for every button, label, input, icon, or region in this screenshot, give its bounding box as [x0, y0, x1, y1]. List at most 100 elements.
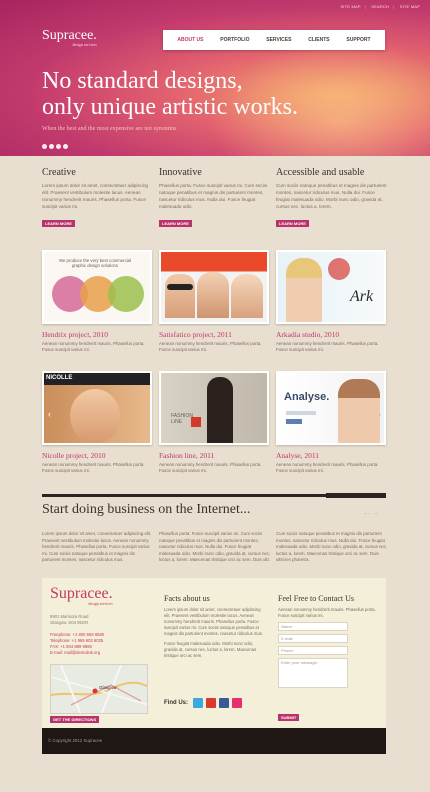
slider-dot-4[interactable] — [63, 144, 68, 149]
analyse-image-text: Analyse. — [284, 391, 330, 403]
learn-more-button[interactable]: LEARN MORE — [159, 220, 192, 227]
contact-text: Aenean nonummy hendrerit mauris. Phasell… — [278, 607, 376, 618]
footer-logo[interactable]: Supracee. design services — [50, 585, 113, 606]
facebook-icon[interactable] — [219, 698, 229, 708]
slider-dot-3[interactable] — [56, 144, 61, 149]
find-us-label: Find Us: — [164, 700, 188, 706]
top-link-sitemap[interactable]: SITE MAP — [340, 4, 360, 9]
feature-text: Lorem ipsum dolor sit amet, consectetuer… — [42, 183, 148, 209]
fashion-image: FASHION LINE — [161, 373, 267, 443]
twitter-icon[interactable] — [193, 698, 203, 708]
get-directions-button[interactable]: GET THE DIRECTIONS — [50, 716, 100, 723]
start-column-1: Lorem ipsum dolor sit amet, consectetuer… — [42, 531, 152, 562]
slider-dot-1[interactable] — [42, 144, 47, 149]
nav-clients[interactable]: CLIENTS — [308, 37, 329, 43]
message-field[interactable]: Enter your message: — [278, 658, 348, 688]
portfolio-title[interactable]: Nicolle project, 2010 — [42, 451, 152, 460]
portfolio-title[interactable]: Fashion line, 2011 — [159, 451, 269, 460]
hero-headline: No standard designs, only unique artisti… — [42, 68, 298, 120]
portfolio-title[interactable]: Satisfatico project, 2011 — [159, 330, 269, 339]
nav-support[interactable]: SUPPORT — [346, 37, 370, 43]
hendrix-image-text: We produce the very best commercial grap… — [58, 258, 132, 268]
footer-address: 8901 Marmora Road Glasgow, D04 89GR — [50, 614, 88, 626]
contact-title: Feel Free to Contact Us — [278, 594, 354, 603]
feature-title: Accessible and usable — [276, 167, 365, 178]
facts-text-1: Lorem ipsum dolor sit amet, consectetuer… — [164, 607, 263, 636]
arrow-left-icon[interactable]: ‹ — [48, 409, 51, 419]
top-link-sitemap-2[interactable]: SITE MAP — [400, 4, 420, 9]
map-city-label: Glasgow — [99, 685, 117, 690]
hendrix-image: We produce the very best commercial grap… — [44, 252, 150, 322]
start-column-3: Cum sociis natoque penatibus et magnis d… — [276, 531, 388, 562]
portfolio-text: Aenean nonummy hendrerit mauris. Phasell… — [276, 462, 379, 473]
portfolio-text: Aenean nonummy hendrerit mauris. Phasell… — [159, 341, 262, 352]
flickr-icon[interactable] — [232, 698, 242, 708]
section-divider — [42, 493, 386, 498]
portfolio-item-nicolle: NICOLLE ‹ Nicolle project, 2010 Aenean n… — [42, 371, 152, 474]
nav-portfolio[interactable]: PORTFOLIO — [220, 37, 249, 43]
carousel-arrows: ←→ — [362, 507, 380, 517]
headline-line-1: No standard designs, — [42, 68, 243, 94]
portfolio-thumbnail[interactable]: NICOLLE ‹ — [42, 371, 152, 445]
section-title: Start doing business on the Internet... — [42, 502, 251, 517]
nav-about-us[interactable]: ABOUT US — [177, 37, 203, 43]
address-line-2: Glasgow, D04 89GR — [50, 620, 89, 625]
portfolio-item-arkadia: Ark Arkadia studio, 2010 Aenean nonummy … — [276, 250, 386, 353]
nav-services[interactable]: SERVICES — [266, 37, 291, 43]
analyse-image: Analyse. › — [278, 373, 384, 443]
arkadia-logo-text: Ark — [350, 288, 374, 305]
portfolio-title[interactable]: Arkadia studio, 2010 — [276, 330, 386, 339]
email-field[interactable]: E-mail: — [278, 634, 348, 643]
portfolio-thumbnail[interactable]: We produce the very best commercial grap… — [42, 250, 152, 324]
portfolio-item-fashion: FASHION LINE Fashion line, 2011 Aenean n… — [159, 371, 269, 474]
footer-panel: Supracee. design services 8901 Marmora R… — [42, 578, 386, 728]
portfolio-title[interactable]: Hendrix project, 2010 — [42, 330, 152, 339]
hero-banner: SITE MAP | SEARCH | SITE MAP Supracee. des… — [0, 0, 430, 156]
learn-more-button[interactable]: LEARN MORE — [42, 220, 75, 227]
nicolle-image: NICOLLE ‹ — [44, 373, 150, 443]
copyright-bar: © Copyright 2012 Supracee — [42, 728, 386, 754]
portfolio-text: Aenean nonummy hendrerit mauris. Phasell… — [42, 462, 145, 473]
feature-text: Phasellus porta. Fusce suscipit varius m… — [159, 183, 267, 209]
nicolle-image-text: NICOLLE — [46, 375, 73, 381]
portfolio-item-hendrix: We produce the very best commercial grap… — [42, 250, 152, 353]
feature-creative: Creative Lorem ipsum dolor sit amet, con… — [42, 167, 154, 230]
portfolio-text: Aenean nonummy hendrerit mauris. Phasell… — [159, 462, 262, 473]
portfolio-thumbnail[interactable] — [159, 250, 269, 324]
location-map[interactable]: Glasgow — [50, 664, 148, 714]
portfolio-thumbnail[interactable]: FASHION LINE — [159, 371, 269, 445]
portfolio-title[interactable]: Analyse, 2011 — [276, 451, 386, 460]
portfolio-item-analyse: Analyse. › Analyse, 2011 Aenean nonummy … — [276, 371, 386, 474]
feature-title: Innovative — [159, 167, 202, 178]
portfolio-item-satisfatico: Satisfatico project, 2011 Aenean nonummy… — [159, 250, 269, 353]
slider-pager — [42, 144, 68, 149]
hero-subline: When the best and the most expensive are… — [42, 126, 177, 132]
feature-innovative: Innovative Phasellus porta. Fusce suscip… — [159, 167, 271, 230]
portfolio-thumbnail[interactable]: Analyse. › — [276, 371, 386, 445]
prev-arrow-icon[interactable]: ← — [362, 507, 371, 517]
feature-text: Cum sociis natoque penatibus et magnis d… — [276, 183, 387, 209]
slider-dot-2[interactable] — [49, 144, 54, 149]
phone-field[interactable]: Phone: — [278, 646, 348, 655]
email-link[interactable]: E-mail: mail@demolink.org — [50, 650, 104, 656]
feature-title: Creative — [42, 167, 76, 178]
submit-button[interactable]: SUBMIT — [278, 714, 300, 721]
top-links: SITE MAP | SEARCH | SITE MAP — [340, 4, 420, 9]
learn-more-button[interactable]: LEARN MORE — [276, 220, 309, 227]
top-link-search[interactable]: SEARCH — [371, 4, 389, 9]
portfolio-thumbnail[interactable]: Ark — [276, 250, 386, 324]
next-arrow-icon[interactable]: → — [371, 507, 380, 517]
logo[interactable]: Supracee. design services — [42, 28, 97, 47]
main-nav: ABOUT US PORTFOLIO SERVICES CLIENTS SUPP… — [163, 30, 385, 50]
copyright-text: © Copyright 2012 Supracee — [48, 738, 103, 743]
find-us: Find Us: — [164, 698, 242, 708]
youtube-icon[interactable] — [206, 698, 216, 708]
name-field[interactable]: Name: — [278, 622, 348, 631]
portfolio-text: Aenean nonummy hendrerit mauris. Phasell… — [276, 341, 379, 352]
portfolio-text: Aenean nonummy hendrerit mauris. Phasell… — [42, 341, 145, 352]
start-column-2: Phasellus porta. Fusce suscipit varius m… — [159, 531, 271, 562]
facts-section: Facts about us Lorem ipsum dolor sit ame… — [164, 594, 264, 659]
arrow-right-icon[interactable]: › — [378, 409, 381, 419]
satisfatico-image — [161, 252, 267, 322]
headline-line-2: only unique artistic works. — [42, 94, 298, 120]
